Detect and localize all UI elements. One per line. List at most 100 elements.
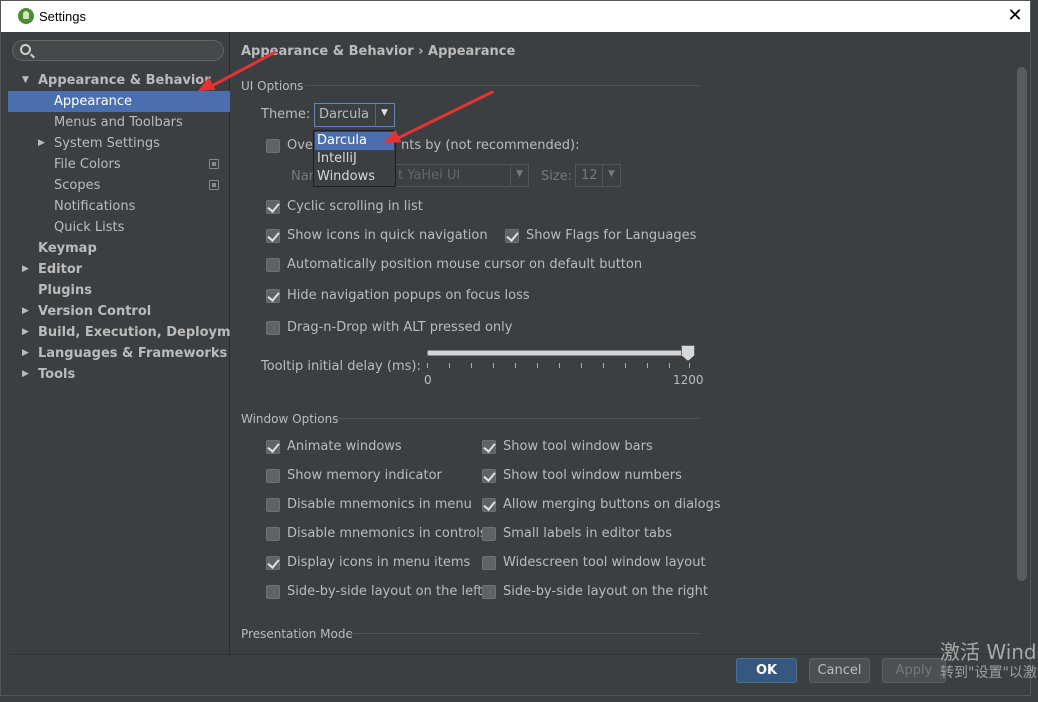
drag-drop-alt-label: Drag-n-Drop with ALT pressed only bbox=[287, 320, 513, 335]
slider-thumb[interactable] bbox=[681, 345, 695, 361]
slider-tick bbox=[537, 363, 538, 368]
animate-windows-checkbox[interactable] bbox=[266, 440, 280, 454]
title-bar: Settings ✕ bbox=[1, 1, 1030, 32]
sidebar-item-label: System Settings bbox=[54, 136, 160, 151]
auto-position-label: Automatically position mouse cursor on d… bbox=[287, 257, 643, 272]
sidebar-item-keymap[interactable]: Keymap bbox=[8, 238, 230, 259]
project-settings-icon bbox=[209, 159, 219, 169]
override-fonts-checkbox[interactable] bbox=[266, 139, 280, 153]
slider-tick bbox=[427, 363, 428, 368]
settings-dialog: Settings ✕ ▼ Appearance & Behavior Appea… bbox=[0, 0, 1031, 696]
show-tool-window-bars-checkbox[interactable] bbox=[482, 440, 496, 454]
show-flags-checkbox[interactable] bbox=[505, 229, 519, 243]
apply-button[interactable]: Apply bbox=[882, 658, 946, 683]
settings-sidebar: ▼ Appearance & Behavior Appearance Menus… bbox=[8, 32, 255, 654]
sidebar-item-tools[interactable]: ▶ Tools bbox=[8, 364, 230, 385]
slider-tick bbox=[581, 363, 582, 368]
cancel-button[interactable]: Cancel bbox=[809, 658, 870, 683]
size-dropdown-arrow[interactable]: ▼ bbox=[602, 165, 620, 186]
side-by-side-left-label: Side-by-side layout on the left bbox=[287, 584, 483, 599]
sidebar-item-editor[interactable]: ▶ Editor bbox=[8, 259, 230, 280]
slider-max-label: 1200 bbox=[673, 373, 704, 387]
allow-merging-buttons-label: Allow merging buttons on dialogs bbox=[503, 497, 721, 512]
show-tool-window-numbers-checkbox[interactable] bbox=[482, 469, 496, 483]
theme-dropdown-arrow[interactable]: ▼ bbox=[375, 104, 394, 126]
theme-option-windows[interactable]: Windows bbox=[315, 168, 394, 186]
sidebar-item-label: Version Control bbox=[38, 304, 152, 319]
slider-tick bbox=[559, 363, 560, 368]
hide-nav-popups-checkbox[interactable] bbox=[266, 289, 280, 303]
disable-mnemonics-menu-label: Disable mnemonics in menu bbox=[287, 497, 472, 512]
drag-drop-alt-checkbox[interactable] bbox=[266, 321, 280, 335]
allow-merging-buttons-checkbox[interactable] bbox=[482, 498, 496, 512]
sidebar-item-scopes[interactable]: Scopes bbox=[8, 175, 230, 196]
hide-nav-popups-label: Hide navigation popups on focus loss bbox=[287, 288, 530, 303]
slider-tick bbox=[449, 363, 450, 368]
chevron-right-icon[interactable]: ▶ bbox=[22, 301, 29, 322]
sidebar-item-label: Build, Execution, Deployment bbox=[38, 325, 255, 340]
chevron-down-icon[interactable]: ▼ bbox=[22, 70, 29, 91]
show-icons-nav-checkbox[interactable] bbox=[266, 229, 280, 243]
tooltip-delay-label: Tooltip initial delay (ms): bbox=[261, 359, 421, 374]
show-memory-checkbox[interactable] bbox=[266, 469, 280, 483]
sidebar-item-version-control[interactable]: ▶ Version Control bbox=[8, 301, 230, 322]
breadcrumb: Appearance & Behavior › Appearance bbox=[241, 44, 516, 59]
sidebar-item-plugins[interactable]: Plugins bbox=[8, 280, 230, 301]
android-studio-icon bbox=[18, 8, 34, 24]
cyclic-scrolling-checkbox[interactable] bbox=[266, 200, 280, 214]
search-input[interactable] bbox=[35, 42, 220, 59]
section-title-ui-options: UI Options bbox=[241, 79, 304, 93]
chevron-right-icon[interactable]: ▶ bbox=[22, 259, 29, 280]
side-by-side-left-checkbox[interactable] bbox=[266, 585, 280, 599]
widescreen-layout-checkbox[interactable] bbox=[482, 556, 496, 570]
section-title-presentation-mode: Presentation Mode bbox=[241, 627, 353, 641]
sidebar-item-system-settings[interactable]: ▶ System Settings bbox=[8, 133, 230, 154]
content-scrollbar[interactable] bbox=[1017, 67, 1027, 581]
chevron-right-icon[interactable]: ▶ bbox=[22, 322, 29, 343]
small-labels-tabs-checkbox[interactable] bbox=[482, 527, 496, 541]
search-icon bbox=[20, 44, 31, 55]
display-icons-menu-label: Display icons in menu items bbox=[287, 555, 471, 570]
sidebar-item-notifications[interactable]: Notifications bbox=[8, 196, 230, 217]
side-by-side-right-label: Side-by-side layout on the right bbox=[503, 584, 709, 599]
slider-tick bbox=[603, 363, 604, 368]
theme-option-intellij[interactable]: IntelliJ bbox=[315, 150, 394, 168]
sidebar-item-languages-frameworks[interactable]: ▶ Languages & Frameworks bbox=[8, 343, 230, 364]
sidebar-item-appearance[interactable]: Appearance bbox=[8, 91, 230, 112]
disable-mnemonics-controls-label: Disable mnemonics in controls bbox=[287, 526, 487, 541]
display-icons-menu-checkbox[interactable] bbox=[266, 556, 280, 570]
slider-tick bbox=[689, 363, 690, 368]
chevron-right-icon[interactable]: ▶ bbox=[22, 364, 29, 385]
slider-tick bbox=[515, 363, 516, 368]
show-flags-label: Show Flags for Languages bbox=[526, 228, 697, 243]
font-name-label: Nar bbox=[291, 169, 315, 184]
chevron-right-icon[interactable]: ▶ bbox=[38, 133, 45, 154]
show-memory-label: Show memory indicator bbox=[287, 468, 442, 483]
sidebar-item-file-colors[interactable]: File Colors bbox=[8, 154, 230, 175]
sidebar-item-label: Scopes bbox=[54, 178, 101, 193]
show-icons-nav-label: Show icons in quick navigation bbox=[287, 228, 488, 243]
footer-divider bbox=[9, 654, 1030, 655]
theme-label: Theme: bbox=[261, 107, 311, 122]
search-box[interactable] bbox=[12, 40, 224, 61]
sidebar-item-quick-lists[interactable]: Quick Lists bbox=[8, 217, 230, 238]
background-ide-bottom bbox=[0, 695, 1038, 702]
ok-button[interactable]: OK bbox=[736, 658, 797, 683]
sidebar-item-menus-toolbars[interactable]: Menus and Toolbars bbox=[8, 112, 230, 133]
disable-mnemonics-menu-checkbox[interactable] bbox=[266, 498, 280, 512]
close-button[interactable]: ✕ bbox=[1001, 4, 1029, 28]
widescreen-layout-label: Widescreen tool window layout bbox=[503, 555, 706, 570]
sidebar-item-build-execution[interactable]: ▶ Build, Execution, Deployment bbox=[8, 322, 255, 343]
theme-selected-value: Darcula bbox=[319, 107, 370, 122]
cyclic-scrolling-label: Cyclic scrolling in list bbox=[287, 199, 423, 214]
side-by-side-right-checkbox[interactable] bbox=[482, 585, 496, 599]
font-size-dropdown[interactable]: 12 ▼ bbox=[575, 164, 621, 187]
tooltip-delay-slider[interactable] bbox=[427, 350, 691, 356]
override-fonts-label-end: nts by (not recommended): bbox=[401, 138, 580, 153]
auto-position-checkbox[interactable] bbox=[266, 258, 280, 272]
theme-dropdown[interactable]: Darcula ▼ bbox=[314, 103, 395, 127]
disable-mnemonics-controls-checkbox[interactable] bbox=[266, 527, 280, 541]
font-dropdown-arrow[interactable]: ▼ bbox=[510, 165, 528, 186]
chevron-right-icon[interactable]: ▶ bbox=[22, 343, 29, 364]
slider-tick bbox=[669, 363, 670, 368]
